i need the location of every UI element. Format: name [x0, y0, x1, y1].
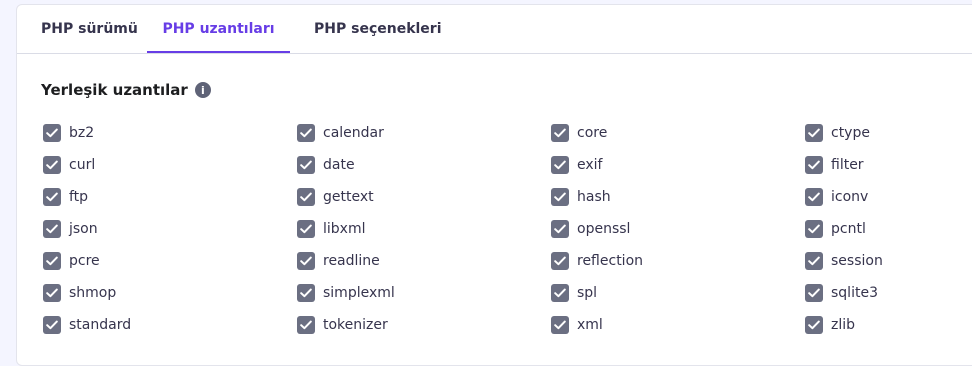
extension-item-shmop[interactable]: shmop — [43, 277, 297, 309]
extension-item-date[interactable]: date — [297, 149, 551, 181]
checkbox-checked-icon[interactable] — [297, 188, 315, 206]
extension-item-sqlite3[interactable]: sqlite3 — [805, 277, 972, 309]
extension-label: standard — [69, 317, 132, 333]
extension-item-calendar[interactable]: calendar — [297, 117, 551, 149]
extension-item-tokenizer[interactable]: tokenizer — [297, 309, 551, 341]
info-icon[interactable]: i — [194, 82, 211, 98]
checkbox-checked-icon[interactable] — [297, 124, 315, 142]
extension-item-xml[interactable]: xml — [551, 309, 805, 341]
tab-bar: PHP sürümü PHP uzantıları PHP seçenekler… — [17, 5, 972, 54]
extension-item-exif[interactable]: exif — [551, 149, 805, 181]
php-settings-panel: PHP sürümü PHP uzantıları PHP seçenekler… — [16, 4, 972, 366]
extension-item-json[interactable]: json — [43, 213, 297, 245]
extension-label: shmop — [69, 285, 117, 301]
extension-label: date — [323, 157, 355, 173]
extension-item-zlib[interactable]: zlib — [805, 309, 972, 341]
extension-item-reflection[interactable]: reflection — [551, 245, 805, 277]
extension-item-standard[interactable]: standard — [43, 309, 297, 341]
extension-label: exif — [577, 157, 603, 173]
extension-label: ctype — [831, 125, 870, 141]
checkbox-checked-icon[interactable] — [43, 156, 61, 174]
extension-item-readline[interactable]: readline — [297, 245, 551, 277]
checkbox-checked-icon[interactable] — [297, 316, 315, 334]
checkbox-checked-icon[interactable] — [805, 284, 823, 302]
checkbox-checked-icon[interactable] — [551, 156, 569, 174]
extension-item-gettext[interactable]: gettext — [297, 181, 551, 213]
extension-label: readline — [323, 253, 380, 269]
checkbox-checked-icon[interactable] — [297, 252, 315, 270]
checkbox-checked-icon[interactable] — [43, 124, 61, 142]
extension-item-openssl[interactable]: openssl — [551, 213, 805, 245]
section-title-text: Yerleşik uzantılar — [41, 81, 188, 99]
checkbox-checked-icon[interactable] — [297, 220, 315, 238]
checkbox-checked-icon[interactable] — [805, 156, 823, 174]
checkbox-checked-icon[interactable] — [551, 316, 569, 334]
extension-label: spl — [577, 285, 598, 301]
checkbox-checked-icon[interactable] — [551, 188, 569, 206]
extension-item-spl[interactable]: spl — [551, 277, 805, 309]
extension-item-bz2[interactable]: bz2 — [43, 117, 297, 149]
extension-item-core[interactable]: core — [551, 117, 805, 149]
extension-label: curl — [69, 157, 96, 173]
extension-label: simplexml — [323, 285, 395, 301]
checkbox-checked-icon[interactable] — [551, 252, 569, 270]
extension-item-curl[interactable]: curl — [43, 149, 297, 181]
extension-label: tokenizer — [323, 317, 388, 333]
checkbox-checked-icon[interactable] — [551, 284, 569, 302]
checkbox-checked-icon[interactable] — [551, 124, 569, 142]
checkbox-checked-icon[interactable] — [43, 220, 61, 238]
extension-label: reflection — [577, 253, 644, 269]
active-tab-indicator — [147, 51, 290, 53]
extension-label: openssl — [577, 221, 631, 237]
extension-label: session — [831, 253, 883, 269]
extensions-grid: bz2 calendar core ctype curl date exif filter ft… — [43, 117, 972, 341]
extension-item-session[interactable]: session — [805, 245, 972, 277]
extension-label: hash — [577, 189, 611, 205]
extension-label: core — [577, 125, 608, 141]
extension-label: iconv — [831, 189, 869, 205]
extension-label: libxml — [323, 221, 366, 237]
checkbox-checked-icon[interactable] — [43, 252, 61, 270]
extension-label: gettext — [323, 189, 374, 205]
checkbox-checked-icon[interactable] — [43, 188, 61, 206]
checkbox-checked-icon[interactable] — [43, 316, 61, 334]
extension-item-iconv[interactable]: iconv — [805, 181, 972, 213]
extension-label: ftp — [69, 189, 89, 205]
extension-item-ftp[interactable]: ftp — [43, 181, 297, 213]
extension-item-ctype[interactable]: ctype — [805, 117, 972, 149]
extension-label: xml — [577, 317, 603, 333]
extension-label: filter — [831, 157, 864, 173]
extension-item-libxml[interactable]: libxml — [297, 213, 551, 245]
tab-php-options[interactable]: PHP seçenekleri — [314, 5, 442, 53]
extension-item-pcre[interactable]: pcre — [43, 245, 297, 277]
checkbox-checked-icon[interactable] — [805, 316, 823, 334]
checkbox-checked-icon[interactable] — [297, 284, 315, 302]
checkbox-checked-icon[interactable] — [43, 284, 61, 302]
extension-item-simplexml[interactable]: simplexml — [297, 277, 551, 309]
checkbox-checked-icon[interactable] — [805, 220, 823, 238]
checkbox-checked-icon[interactable] — [551, 220, 569, 238]
extension-label: pcre — [69, 253, 100, 269]
extension-label: json — [69, 221, 98, 237]
extension-label: sqlite3 — [831, 285, 878, 301]
checkbox-checked-icon[interactable] — [805, 252, 823, 270]
extension-label: zlib — [831, 317, 856, 333]
extension-item-pcntl[interactable]: pcntl — [805, 213, 972, 245]
extension-label: pcntl — [831, 221, 866, 237]
tab-php-version[interactable]: PHP sürümü — [41, 5, 138, 53]
checkbox-checked-icon[interactable] — [805, 124, 823, 142]
extension-label: bz2 — [69, 125, 95, 141]
extension-label: calendar — [323, 125, 384, 141]
tab-php-extensions[interactable]: PHP uzantıları — [147, 5, 290, 53]
extension-item-filter[interactable]: filter — [805, 149, 972, 181]
section-title: Yerleşik uzantılar i — [41, 81, 211, 99]
extension-item-hash[interactable]: hash — [551, 181, 805, 213]
checkbox-checked-icon[interactable] — [805, 188, 823, 206]
checkbox-checked-icon[interactable] — [297, 156, 315, 174]
